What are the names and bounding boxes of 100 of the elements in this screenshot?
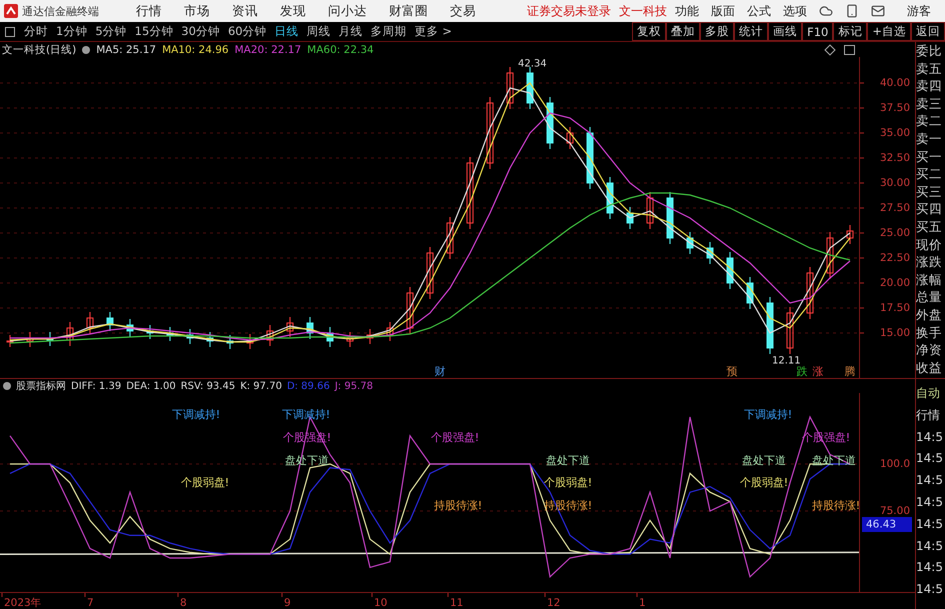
indicator-value: MA20: 22.17 (234, 44, 302, 56)
toolbar-button[interactable]: 统计 (734, 22, 768, 41)
event-marker: 预 (726, 365, 738, 378)
menu-item[interactable]: 财富圈 (378, 2, 439, 20)
toolbar-button[interactable]: 复权 (632, 22, 666, 41)
menu-item[interactable]: 资讯 (221, 2, 269, 20)
menu-item[interactable]: 选项 (777, 2, 813, 20)
menu-item[interactable]: 公式 (741, 2, 777, 20)
window-icon[interactable] (844, 44, 855, 54)
candlestick (526, 66, 534, 110)
axis-label: 25.00 (880, 226, 910, 239)
app-title: 通达信金融终端 (22, 4, 99, 18)
axis-label: 32.50 (880, 152, 910, 164)
side-label: 14:5 (916, 581, 944, 598)
period-tab[interactable]: 多周期 (366, 24, 411, 39)
candlestick (406, 286, 414, 334)
menu-item[interactable]: 交易 (439, 2, 487, 20)
candlestick (46, 332, 54, 346)
signal-label: 下调减持! (172, 408, 220, 422)
quote-label: 买三 (916, 182, 943, 200)
event-marker: 涨 (812, 365, 824, 378)
quote-label: 涨幅 (916, 270, 943, 288)
toolbar-button[interactable]: 画线 (768, 22, 802, 41)
axis-label: 100.0 (880, 458, 910, 470)
indicator-value: J: 95.78 (334, 380, 373, 392)
axis-label: 11 (450, 596, 464, 609)
period-tab[interactable]: 更多 > (410, 24, 456, 39)
period-tab[interactable]: 分时 (20, 24, 52, 39)
candlestick (246, 334, 254, 350)
quote-label: 买一 (916, 148, 943, 166)
stock-name: 文一科技 (619, 2, 667, 20)
event-marker: 腾 (844, 365, 856, 378)
candlestick (726, 252, 734, 290)
candlestick (766, 296, 774, 354)
period-tab[interactable]: 月线 (334, 24, 367, 39)
candlestick (586, 126, 594, 190)
candlestick (686, 232, 694, 254)
toolbar-button[interactable]: +自选 (867, 22, 911, 41)
signal-label: 个股弱盘! (740, 476, 788, 490)
signal-label: 下调减持! (744, 408, 792, 422)
candlestick (106, 312, 114, 332)
menu-item[interactable]: 发现 (269, 2, 317, 20)
menu-item[interactable]: 市场 (173, 2, 221, 20)
quote-label: 卖二 (916, 112, 943, 130)
axis-label: 17.50 (880, 302, 910, 314)
menu-item[interactable]: 问小达 (317, 2, 378, 20)
panel-toggle-icon[interactable] (5, 26, 15, 36)
signal-label: 持股待涨! (812, 499, 860, 512)
candlestick (126, 318, 134, 338)
period-tab[interactable]: 周线 (302, 24, 335, 39)
side-label: 14:5 (916, 472, 944, 490)
period-tab[interactable]: 30分钟 (177, 24, 224, 39)
signal-label: 持股待涨! (434, 499, 482, 512)
quote-label: 买四 (916, 200, 943, 218)
toolbar-button[interactable]: 返回 (911, 22, 945, 41)
menu-item[interactable]: 功能 (669, 2, 705, 20)
price-label: 12.11 (772, 355, 801, 366)
toolbar-button[interactable]: 叠加 (666, 22, 700, 41)
app-logo-icon (4, 4, 18, 18)
quote-label: 现价 (916, 236, 943, 254)
toolbar-button[interactable]: 标记 (833, 22, 868, 41)
axis-label: 7 (87, 596, 94, 609)
indicator-value: MA5: 25.17 (96, 44, 156, 56)
side-label: 14:5 (916, 494, 944, 511)
candlestick (566, 126, 574, 150)
period-tab[interactable]: 60分钟 (224, 24, 271, 39)
candlestick (386, 322, 394, 342)
candlestick (26, 332, 34, 348)
period-tab[interactable]: 日线 (270, 24, 303, 39)
menu-item[interactable]: 行情 (125, 2, 173, 20)
candlestick (226, 334, 234, 350)
axis-label: 37.50 (880, 102, 910, 114)
period-tab[interactable]: 15分钟 (130, 24, 178, 39)
period-tab[interactable]: 1分钟 (52, 24, 92, 39)
axis-label: 20.00 (880, 276, 910, 289)
indicator-value: MA10: 24.96 (162, 44, 229, 56)
side-label: 行情 (916, 406, 941, 424)
candlestick (506, 66, 514, 110)
candlestick (306, 316, 314, 340)
toolbar-button[interactable]: F10 (802, 22, 834, 41)
candlestick (646, 192, 654, 230)
indicator-value: K: 97.70 (240, 380, 282, 392)
toolbar-button[interactable]: 多股 (700, 22, 734, 41)
axis-label: 75.00 (880, 504, 910, 517)
event-marker: 跌 (796, 365, 808, 378)
side-label: 自动 (916, 385, 941, 402)
menu-item[interactable]: 版面 (705, 2, 741, 20)
quote-label: 卖五 (916, 60, 943, 78)
user-button[interactable]: 游客 (891, 2, 941, 20)
candlestick (146, 324, 154, 340)
candlestick (546, 96, 554, 150)
quote-label: 卖三 (916, 94, 943, 112)
indicator-title: 股票指标网 (16, 380, 66, 393)
value-badge: 46.43 (862, 517, 912, 532)
axis-label: 35.00 (880, 126, 910, 139)
period-tab[interactable]: 5分钟 (91, 24, 131, 39)
axis-label: 40.00 (880, 76, 910, 89)
side-label: 14:5 (916, 516, 944, 533)
candlestick (446, 216, 454, 260)
quote-label: 外盘 (916, 306, 943, 324)
